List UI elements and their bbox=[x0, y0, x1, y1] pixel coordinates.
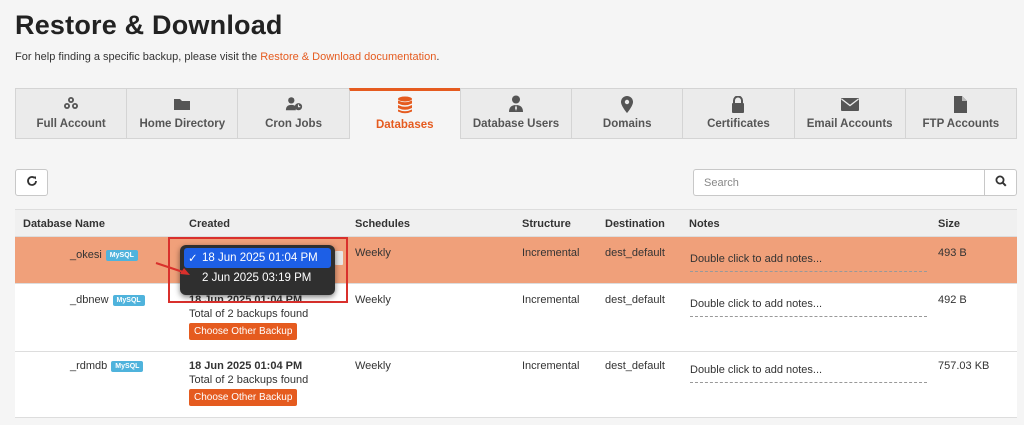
notes-field[interactable]: Double click to add notes... bbox=[690, 298, 927, 317]
tab-bar: Full Account Home Directory Cron Jobs Da… bbox=[15, 88, 1017, 139]
tab-home-directory[interactable]: Home Directory bbox=[126, 88, 238, 139]
tab-label: Databases bbox=[375, 119, 434, 131]
notes-field[interactable]: Double click to add notes... bbox=[690, 364, 927, 383]
search-button[interactable] bbox=[984, 169, 1017, 196]
dropdown-option-label: 2 Jun 2025 03:19 PM bbox=[202, 272, 312, 284]
backup-count: Total of 2 backups found bbox=[189, 374, 309, 386]
database-name-cell: _rdmdb MySQL bbox=[70, 360, 144, 372]
table-header: Database Name Created Schedules Structur… bbox=[15, 209, 1017, 237]
tab-label: Email Accounts bbox=[806, 118, 893, 130]
header-structure[interactable]: Structure bbox=[522, 218, 571, 230]
refresh-button[interactable] bbox=[15, 169, 48, 196]
created-cell: 18 Jun 2025 01:04 PM Total of 2 backups … bbox=[189, 360, 308, 406]
size-cell: 493 B bbox=[938, 247, 967, 259]
backup-count: Total of 2 backups found bbox=[189, 308, 309, 320]
database-name-cell: _dbnew MySQL bbox=[70, 294, 145, 306]
map-marker-icon bbox=[618, 95, 636, 113]
tab-ftp-accounts[interactable]: FTP Accounts bbox=[904, 88, 1017, 139]
structure-cell: Incremental bbox=[522, 360, 580, 372]
tab-certificates[interactable]: Certificates bbox=[682, 88, 794, 139]
mysql-badge: MySQL bbox=[105, 249, 138, 261]
header-database-name[interactable]: Database Name bbox=[23, 218, 105, 230]
database-name: _dbnew bbox=[70, 294, 109, 306]
user-clock-icon bbox=[285, 95, 303, 113]
structure-cell: Incremental bbox=[522, 294, 580, 306]
table-row[interactable]: _rdmdb MySQL 18 Jun 2025 01:04 PM Total … bbox=[15, 352, 1017, 418]
tab-label: Database Users bbox=[472, 118, 560, 130]
backup-date-dropdown[interactable]: ✓ 18 Jun 2025 01:04 PM 2 Jun 2025 03:19 … bbox=[180, 245, 335, 295]
mysql-badge: MySQL bbox=[112, 294, 145, 306]
created-date: 18 Jun 2025 01:04 PM bbox=[189, 360, 303, 372]
database-name: _rdmdb bbox=[70, 360, 108, 372]
dropdown-option[interactable]: ✓ 18 Jun 2025 01:04 PM bbox=[184, 248, 331, 268]
structure-cell: Incremental bbox=[522, 247, 580, 259]
destination-cell: dest_default bbox=[605, 360, 665, 372]
folder-icon bbox=[173, 95, 191, 113]
search-box bbox=[693, 169, 1017, 196]
table-row[interactable]: _dbnew MySQL 18 Jun 2025 01:04 PM Total … bbox=[15, 284, 1017, 352]
envelope-icon bbox=[840, 95, 859, 113]
schedule-cell: Weekly bbox=[355, 294, 391, 306]
schedule-cell: Weekly bbox=[355, 360, 391, 372]
header-created[interactable]: Created bbox=[189, 218, 230, 230]
tab-label: Certificates bbox=[707, 118, 770, 130]
tab-label: Full Account bbox=[36, 118, 106, 130]
documentation-link[interactable]: Restore & Download documentation bbox=[260, 51, 436, 63]
dropdown-option[interactable]: 2 Jun 2025 03:19 PM bbox=[184, 268, 331, 288]
header-notes[interactable]: Notes bbox=[689, 218, 720, 230]
choose-other-backup-button[interactable]: Choose Other Backup bbox=[189, 323, 298, 340]
header-destination[interactable]: Destination bbox=[605, 218, 665, 230]
users-icon bbox=[62, 95, 80, 113]
lock-icon bbox=[729, 95, 747, 113]
tab-email-accounts[interactable]: Email Accounts bbox=[793, 88, 905, 139]
notes-field[interactable]: Double click to add notes... bbox=[690, 253, 927, 272]
arrow-annotation bbox=[155, 262, 190, 275]
tab-full-account[interactable]: Full Account bbox=[15, 88, 127, 139]
tab-label: Home Directory bbox=[139, 118, 226, 130]
search-input[interactable] bbox=[693, 169, 984, 196]
tab-domains[interactable]: Domains bbox=[571, 88, 683, 139]
size-cell: 757.03 KB bbox=[938, 360, 990, 372]
mysql-badge: MySQL bbox=[111, 360, 144, 372]
database-name-cell: _okesi MySQL bbox=[70, 249, 138, 261]
destination-cell: dest_default bbox=[605, 247, 665, 259]
tab-databases[interactable]: Databases bbox=[348, 88, 460, 139]
dropdown-option-label: 18 Jun 2025 01:04 PM bbox=[202, 252, 318, 264]
destination-cell: dest_default bbox=[605, 294, 665, 306]
tab-label: Domains bbox=[602, 118, 652, 130]
tab-cron-jobs[interactable]: Cron Jobs bbox=[237, 88, 349, 139]
tab-label: Cron Jobs bbox=[265, 118, 322, 130]
databases-table: Database Name Created Schedules Structur… bbox=[15, 209, 1017, 418]
page-title: Restore & Download bbox=[15, 10, 283, 40]
size-cell: 492 B bbox=[938, 294, 967, 306]
help-text: For help finding a specific backup, plea… bbox=[15, 51, 440, 63]
tab-database-users[interactable]: Database Users bbox=[459, 88, 572, 139]
choose-other-backup-button[interactable]: Choose Other Backup bbox=[189, 389, 298, 406]
search-icon bbox=[995, 174, 1007, 192]
schedule-cell: Weekly bbox=[355, 247, 391, 259]
header-size[interactable]: Size bbox=[938, 218, 960, 230]
refresh-icon bbox=[26, 174, 38, 192]
database-name: _okesi bbox=[70, 249, 102, 261]
user-tie-icon bbox=[507, 95, 525, 113]
header-schedules[interactable]: Schedules bbox=[355, 218, 410, 230]
tab-label: FTP Accounts bbox=[922, 118, 1000, 130]
file-icon bbox=[952, 95, 970, 113]
database-icon bbox=[396, 96, 414, 114]
